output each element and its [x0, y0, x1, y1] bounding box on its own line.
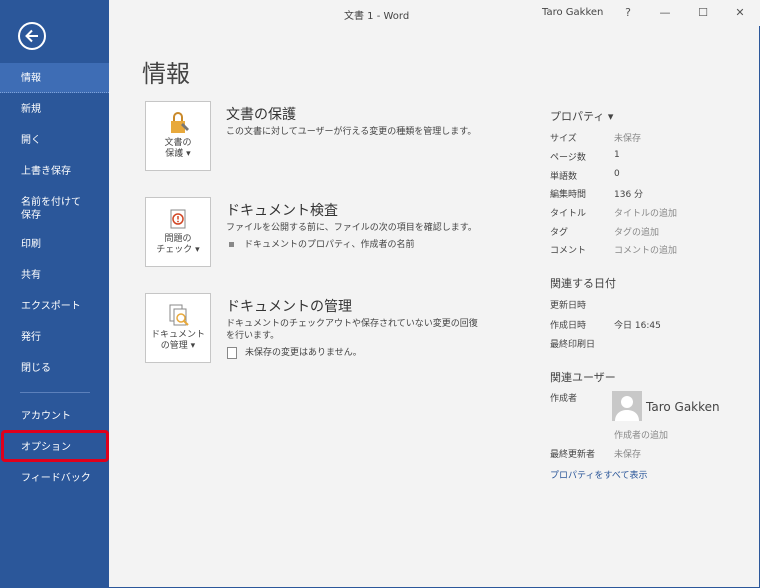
signed-in-user[interactable]: Taro Gakken [542, 7, 603, 18]
avatar[interactable] [612, 391, 642, 421]
prop-title-field[interactable]: タイトルの追加 [614, 206, 677, 219]
prop-comments-field[interactable]: コメントの追加 [614, 243, 677, 256]
page-title: 情報 [142, 60, 190, 88]
last-modified-label: 最終更新者 [550, 450, 596, 460]
properties-dropdown[interactable]: プロパティ ▾ [550, 108, 613, 124]
inspect-document-icon [166, 206, 192, 232]
date-value-created: 今日 16:45 [614, 321, 661, 331]
sidebar-item-print[interactable]: 印刷 [0, 238, 109, 251]
sidebar-item-open[interactable]: 開く [0, 134, 109, 147]
add-author-link[interactable]: 作成者の追加 [614, 428, 668, 441]
protect-description: この文書に対してユーザーが行える変更の種類を管理します。 [226, 127, 477, 137]
prop-tags-field[interactable]: タグの追加 [614, 225, 659, 238]
manage-document-icon [166, 302, 192, 328]
check-issues-button[interactable]: 問題の チェック ▾ [145, 197, 211, 267]
related-dates-header: 関連する日付 [550, 277, 616, 290]
sidebar-item-save[interactable]: 上書き保存 [0, 165, 109, 178]
sidebar-item-publish[interactable]: 発行 [0, 331, 109, 344]
back-arrow-icon[interactable] [18, 22, 46, 50]
date-key-created: 作成日時 [550, 321, 587, 331]
protect-button-label: 文書の 保護 ▾ [164, 138, 192, 159]
sidebar-item-feedback[interactable]: フィードバック [0, 472, 109, 485]
prop-key-edit-time: 編集時間 [550, 190, 587, 200]
manage-title: ドキュメントの管理 [226, 299, 352, 315]
prop-key-comments: コメント [550, 246, 587, 256]
prop-value-edit-time: 136 分 [614, 190, 644, 200]
sidebar-divider [20, 392, 90, 393]
prop-key-size: サイズ [550, 134, 577, 144]
manage-description: ドキュメントのチェックアウトや保存されていない変更の回復を行います。 [226, 319, 478, 341]
sidebar-item-export[interactable]: エクスポート [0, 300, 109, 313]
last-modified-value: 未保存 [614, 450, 642, 460]
prop-key-words: 単語数 [550, 172, 578, 182]
date-key-modified: 更新日時 [550, 301, 587, 311]
prop-key-title: タイトル [550, 209, 587, 219]
options-highlight-box [1, 430, 109, 462]
protect-document-button[interactable]: 文書の 保護 ▾ [145, 101, 211, 171]
related-people-header: 関連ユーザー [550, 371, 616, 384]
prop-value-size: 未保存 [614, 134, 642, 144]
prop-key-tags: タグ [550, 228, 569, 238]
manage-document-button[interactable]: ドキュメント の管理 ▾ [145, 293, 211, 363]
sidebar-item-account[interactable]: アカウント [0, 410, 109, 423]
show-all-properties-link[interactable]: プロパティをすべて表示 [550, 468, 647, 481]
help-button[interactable]: ? [618, 4, 638, 22]
sidebar-item-close[interactable]: 閉じる [0, 362, 109, 375]
inspect-bullet: ドキュメントのプロパティ、作成者の名前 [229, 237, 414, 250]
window-frame [0, 0, 760, 588]
close-button[interactable]: ✕ [730, 4, 750, 22]
manage-note: 未保存の変更はありません。 [227, 345, 362, 359]
author-name[interactable]: Taro Gakken [646, 400, 720, 414]
prop-key-pages: ページ数 [550, 153, 586, 163]
minimize-button[interactable]: — [655, 4, 675, 22]
author-label: 作成者 [550, 394, 578, 404]
prop-value-words: 0 [614, 169, 620, 179]
sidebar-item-info[interactable]: 情報 [0, 63, 109, 93]
lock-icon [166, 110, 192, 136]
inspect-title: ドキュメント検査 [226, 203, 338, 219]
document-icon [227, 346, 237, 359]
title-bar: 文書 1 - Word Taro Gakken ? — ☐ ✕ [109, 0, 760, 26]
maximize-button[interactable]: ☐ [693, 4, 713, 22]
window-title: 文書 1 - Word [344, 11, 410, 22]
sidebar-item-new[interactable]: 新規 [0, 103, 109, 116]
inspect-description: ファイルを公開する前に、ファイルの次の項目を確認します。 [226, 223, 477, 233]
sidebar-item-save-as[interactable]: 名前を付けて 保存 [0, 196, 109, 222]
sidebar-item-share[interactable]: 共有 [0, 269, 109, 282]
check-button-label: 問題の チェック ▾ [156, 234, 200, 255]
prop-value-pages: 1 [614, 150, 620, 160]
date-key-printed: 最終印刷日 [550, 340, 596, 350]
manage-button-label: ドキュメント の管理 ▾ [150, 330, 205, 351]
protect-title: 文書の保護 [226, 107, 296, 123]
backstage-sidebar: 情報 新規 開く 上書き保存 名前を付けて 保存 印刷 共有 エクスポート 発行… [0, 0, 109, 588]
